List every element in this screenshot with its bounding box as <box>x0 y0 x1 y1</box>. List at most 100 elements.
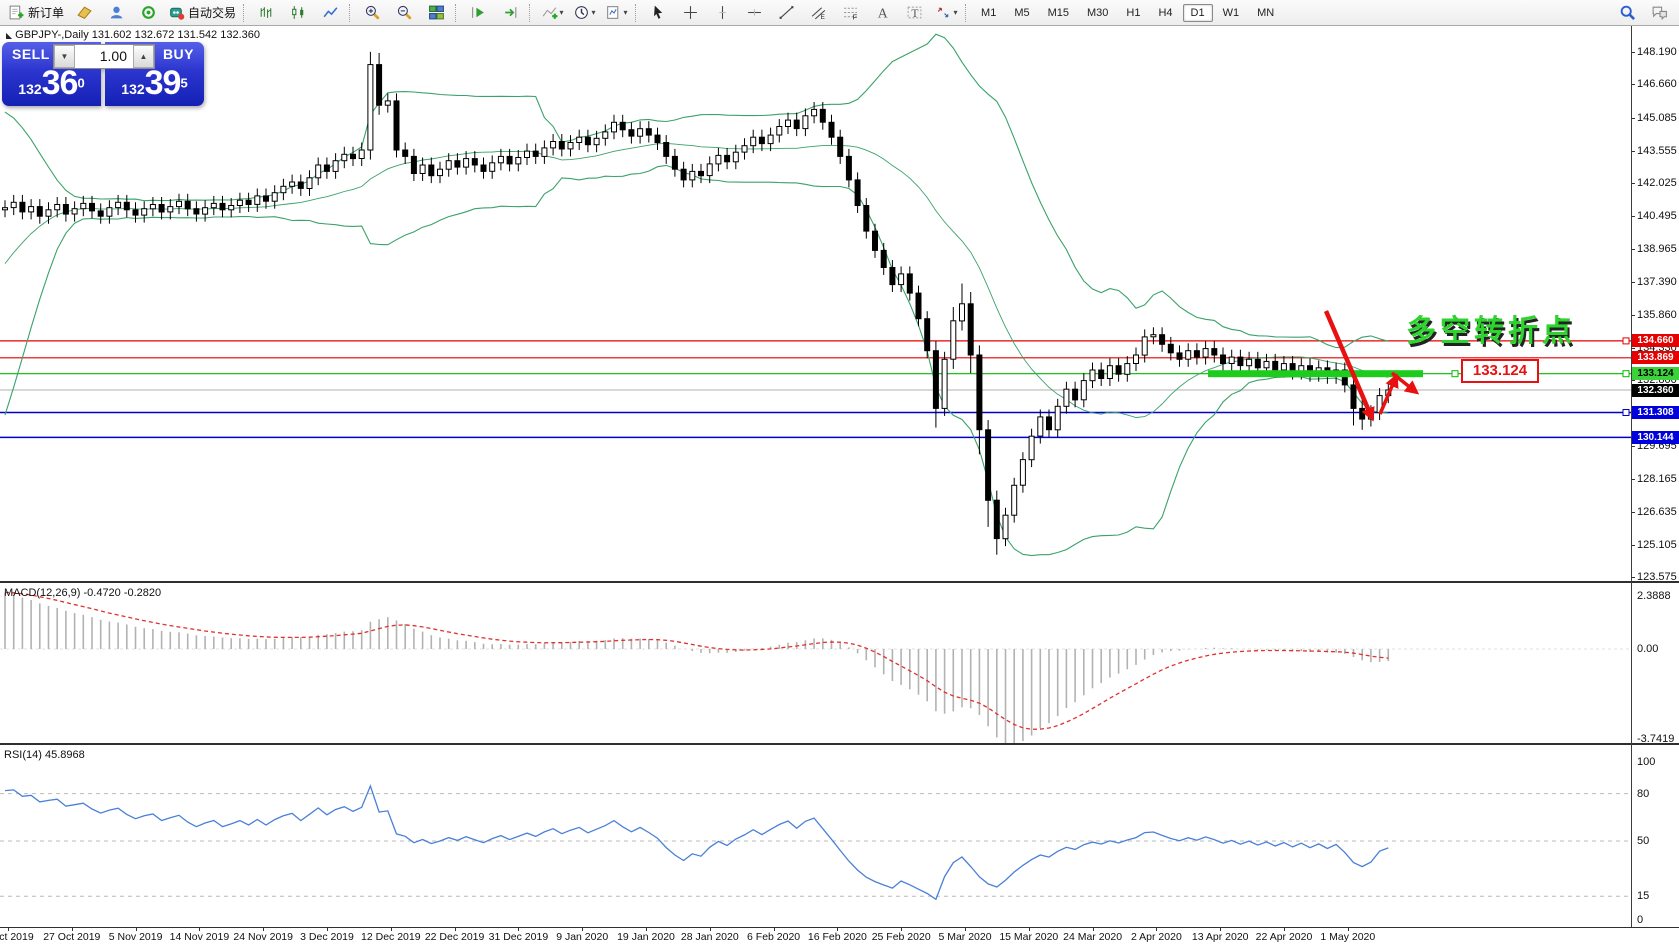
chart-line-button[interactable] <box>315 1 345 25</box>
fibonacci-icon: F <box>842 4 859 21</box>
rsi-panel[interactable]: RSI(14) 45.8968 1008050150 <box>0 743 1679 927</box>
chart-bars-button[interactable] <box>251 1 281 25</box>
bollinger-middle-band[interactable] <box>5 143 1388 417</box>
timeframe-m30-button[interactable]: M30 <box>1079 4 1116 22</box>
date-axis-label: 3 Dec 2019 <box>300 931 354 943</box>
chart-candles-button[interactable] <box>283 1 313 25</box>
line-endpoint-marker[interactable] <box>1623 338 1629 344</box>
toolbar-separator <box>455 4 459 22</box>
indicators-button[interactable]: ▾ <box>537 1 567 25</box>
price-box-annotation[interactable]: 133.124 <box>1461 359 1539 383</box>
svg-text:E: E <box>820 14 824 21</box>
autotrade-button-label: 自动交易 <box>188 4 236 21</box>
arrows-button[interactable]: ▾ <box>931 1 961 25</box>
date-axis: 7 Oct 201927 Oct 20195 Nov 201914 Nov 20… <box>0 927 1679 944</box>
zoom-out-button[interactable] <box>389 1 419 25</box>
cursor-button[interactable] <box>643 1 673 25</box>
date-axis-label: 19 Jan 2020 <box>617 931 675 943</box>
main-chart-panel[interactable]: ◣GBPJPY-,Daily 131.602 132.672 131.542 1… <box>0 26 1679 581</box>
contacts-button[interactable] <box>101 1 131 25</box>
date-axis-label: 24 Mar 2020 <box>1063 931 1122 943</box>
timeframe-w1-button[interactable]: W1 <box>1215 4 1248 22</box>
search-button[interactable] <box>1612 1 1642 25</box>
trendline-button[interactable] <box>771 1 801 25</box>
chat-button[interactable] <box>1644 1 1674 25</box>
line-endpoint-marker[interactable] <box>1452 371 1458 377</box>
templates-icon <box>605 4 622 21</box>
macd-panel[interactable]: MACD(12,26,9) -0.4720 -0.2820 2.38880.00… <box>0 581 1679 743</box>
turning-point-annotation[interactable]: 多空转折点 <box>1406 306 1576 350</box>
timeframe-m5-button[interactable]: M5 <box>1006 4 1037 22</box>
bollinger-lower-band[interactable] <box>5 165 1388 555</box>
timeframe-h1-button[interactable]: H1 <box>1118 4 1148 22</box>
zoom-in-button[interactable] <box>357 1 387 25</box>
toolbar-separator <box>349 4 353 22</box>
chevron-down-icon: ▾ <box>592 8 596 17</box>
fibonacci-button[interactable]: F <box>835 1 865 25</box>
signals-button[interactable] <box>133 1 163 25</box>
volume-increase-button[interactable]: ▲ <box>133 45 154 68</box>
chevron-down-icon: ▾ <box>954 8 958 17</box>
date-axis-label: 2 Apr 2020 <box>1131 931 1182 943</box>
date-axis-label: 22 Dec 2019 <box>425 931 485 943</box>
chart-shift-button[interactable] <box>495 1 525 25</box>
price-axis-label: 146.660 <box>1637 78 1677 90</box>
autotrade-button[interactable]: 自动交易 <box>165 1 239 25</box>
price-axis-label: 143.555 <box>1637 145 1677 157</box>
date-axis-label: 22 Apr 2020 <box>1256 931 1313 943</box>
price-axis-label: 126.635 <box>1637 506 1677 518</box>
trendline-icon <box>778 4 795 21</box>
sell-label: SELL <box>12 46 50 62</box>
trend-arrow-annotation[interactable] <box>1326 311 1372 418</box>
candles-layer[interactable] <box>3 52 1391 555</box>
price-axis-label: 128.165 <box>1637 473 1677 485</box>
symbol-ohlc-text: GBPJPY-,Daily 131.602 132.672 131.542 13… <box>15 29 260 41</box>
timeframe-m1-button[interactable]: M1 <box>973 4 1004 22</box>
rsi-label: RSI(14) 45.8968 <box>4 749 85 761</box>
volume-input[interactable]: ▼ 1.00 ▲ <box>53 44 155 69</box>
zoom-in-icon <box>364 4 381 21</box>
channel-button[interactable]: E <box>803 1 833 25</box>
date-axis-label: 12 Dec 2019 <box>361 931 421 943</box>
price-axis-label: 142.025 <box>1637 177 1677 189</box>
vline-icon <box>714 4 731 21</box>
vline-button[interactable] <box>707 1 737 25</box>
crosshair-button[interactable] <box>675 1 705 25</box>
tile-windows-button[interactable] <box>421 1 451 25</box>
date-axis-label: 13 Apr 2020 <box>1192 931 1249 943</box>
timeframe-d1-button[interactable]: D1 <box>1183 4 1213 22</box>
templates-button[interactable]: ▾ <box>601 1 631 25</box>
support-bar-annotation[interactable] <box>1208 370 1423 377</box>
periods-button[interactable]: ▾ <box>569 1 599 25</box>
timeframe-h4-button[interactable]: H4 <box>1150 4 1180 22</box>
price-badge-133.869: 133.869 <box>1632 351 1679 364</box>
macd-plot <box>0 583 1631 743</box>
line-endpoint-marker[interactable] <box>1623 410 1629 416</box>
auto-scroll-button[interactable] <box>463 1 493 25</box>
line-endpoint-marker[interactable] <box>1623 371 1629 377</box>
macd-axis-label: 0.00 <box>1637 643 1658 655</box>
price-badge-134.660: 134.660 <box>1632 334 1679 347</box>
bollinger-upper-band[interactable] <box>5 34 1388 347</box>
editor-button[interactable] <box>69 1 99 25</box>
auto-scroll-icon <box>470 4 487 21</box>
price-axis-line <box>1631 26 1632 927</box>
timeframe-m15-button[interactable]: M15 <box>1040 4 1077 22</box>
one-click-trading-panel: SELL 132360 BUY 132395 ▼ 1.00 ▲ <box>2 42 204 106</box>
volume-decrease-button[interactable]: ▼ <box>54 45 75 68</box>
buy-price: 132395 <box>105 64 204 103</box>
hline-button[interactable] <box>739 1 769 25</box>
label-icon: T <box>906 4 923 21</box>
text-button[interactable]: A <box>867 1 897 25</box>
signals-icon <box>140 4 157 21</box>
chart-shift-icon <box>502 4 519 21</box>
timeframe-mn-button[interactable]: MN <box>1249 4 1282 22</box>
toolbar-right-group <box>1611 1 1675 25</box>
search-icon <box>1619 4 1636 21</box>
zoom-out-icon <box>396 4 413 21</box>
price-axis-label: 135.860 <box>1637 309 1677 321</box>
crosshair-icon <box>682 4 699 21</box>
chart-candles-icon <box>290 4 307 21</box>
new-order-button[interactable]: 新订单 <box>5 1 67 25</box>
label-button[interactable]: T <box>899 1 929 25</box>
